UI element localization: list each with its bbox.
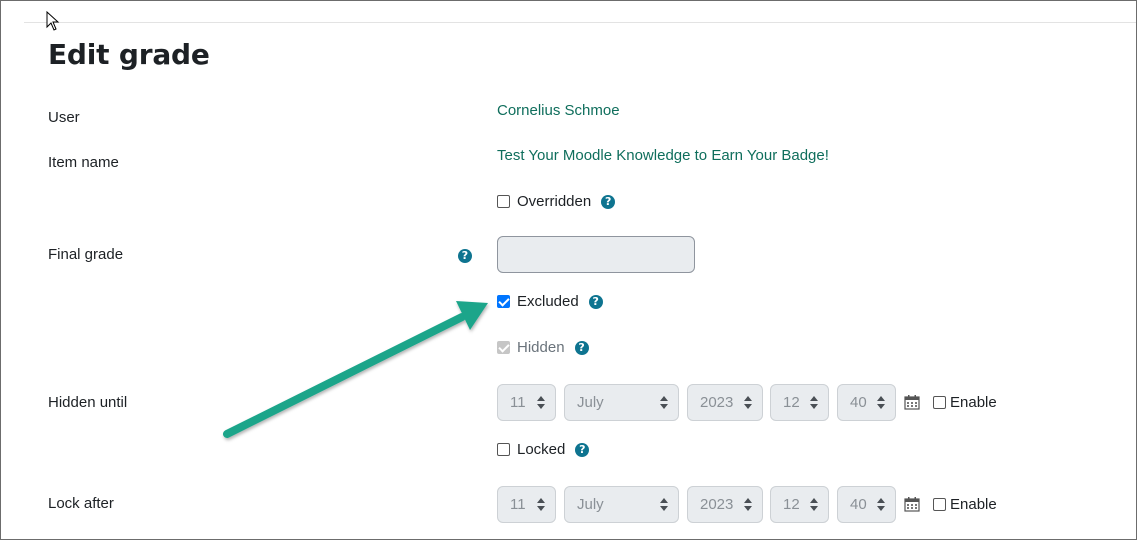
help-icon[interactable]: ? — [574, 340, 589, 355]
hidden-until-label: Hidden until — [48, 394, 128, 411]
lock-after-minute-select[interactable]: 40 — [837, 486, 896, 523]
enable-label: Enable — [950, 496, 997, 513]
hidden-label: Hidden — [517, 339, 565, 356]
hidden-until-day-select[interactable]: 11 — [497, 384, 556, 421]
hidden-checkbox[interactable] — [497, 341, 510, 354]
select-arrows-icon — [877, 396, 885, 410]
select-arrows-icon — [744, 498, 752, 512]
select-arrows-icon — [810, 396, 818, 410]
excluded-label: Excluded — [517, 293, 579, 310]
select-value: 12 — [783, 394, 800, 411]
select-value: 12 — [783, 496, 800, 513]
lock-after-enable: Enable — [933, 496, 997, 513]
lock-after-enable-checkbox[interactable] — [933, 498, 946, 511]
overridden-checkbox[interactable] — [497, 195, 510, 208]
hidden-until-year-select[interactable]: 2023 — [687, 384, 763, 421]
select-arrows-icon — [877, 498, 885, 512]
mouse-cursor-icon — [46, 11, 60, 31]
select-arrows-icon — [744, 396, 752, 410]
select-arrows-icon — [537, 396, 545, 410]
user-link[interactable]: Cornelius Schmoe — [497, 102, 620, 119]
lock-after-year-select[interactable]: 2023 — [687, 486, 763, 523]
select-value: 11 — [510, 394, 526, 411]
select-arrows-icon — [537, 498, 545, 512]
help-icon[interactable]: ? — [601, 194, 616, 209]
locked-row: Locked ? — [497, 441, 590, 458]
page-title: Edit grade — [48, 38, 210, 71]
lock-after-month-select[interactable]: July — [564, 486, 679, 523]
final-grade-label: Final grade — [48, 246, 124, 263]
hidden-until-enable: Enable — [933, 394, 997, 411]
select-value: July — [577, 394, 604, 411]
help-icon[interactable]: ? — [588, 294, 603, 309]
final-grade-input[interactable] — [497, 236, 695, 273]
calendar-icon[interactable] — [904, 394, 920, 410]
enable-label: Enable — [950, 394, 997, 411]
select-arrows-icon — [660, 396, 668, 410]
calendar-icon[interactable] — [904, 496, 920, 512]
select-value: 11 — [510, 496, 526, 513]
select-value: 40 — [850, 496, 867, 513]
select-value: July — [577, 496, 604, 513]
overridden-row: Overridden ? — [497, 193, 616, 210]
top-divider — [24, 22, 1137, 23]
select-value: 40 — [850, 394, 867, 411]
item-name-label: Item name — [48, 154, 119, 171]
excluded-checkbox[interactable] — [497, 295, 510, 308]
help-icon[interactable]: ? — [458, 249, 472, 263]
item-name-link[interactable]: Test Your Moodle Knowledge to Earn Your … — [497, 147, 829, 164]
select-arrows-icon — [810, 498, 818, 512]
select-arrows-icon — [660, 498, 668, 512]
excluded-row: Excluded ? — [497, 293, 603, 310]
hidden-until-enable-checkbox[interactable] — [933, 396, 946, 409]
user-label: User — [48, 109, 80, 126]
hidden-row: Hidden ? — [497, 339, 589, 356]
hidden-until-minute-select[interactable]: 40 — [837, 384, 896, 421]
overridden-label: Overridden — [517, 193, 592, 210]
select-value: 2023 — [700, 394, 734, 411]
hidden-until-month-select[interactable]: July — [564, 384, 679, 421]
lock-after-day-select[interactable]: 11 — [497, 486, 556, 523]
locked-checkbox[interactable] — [497, 443, 510, 456]
lock-after-hour-select[interactable]: 12 — [770, 486, 829, 523]
help-icon[interactable]: ? — [575, 442, 590, 457]
select-value: 2023 — [700, 496, 734, 513]
lock-after-label: Lock after — [48, 495, 114, 512]
locked-label: Locked — [517, 441, 566, 458]
hidden-until-hour-select[interactable]: 12 — [770, 384, 829, 421]
